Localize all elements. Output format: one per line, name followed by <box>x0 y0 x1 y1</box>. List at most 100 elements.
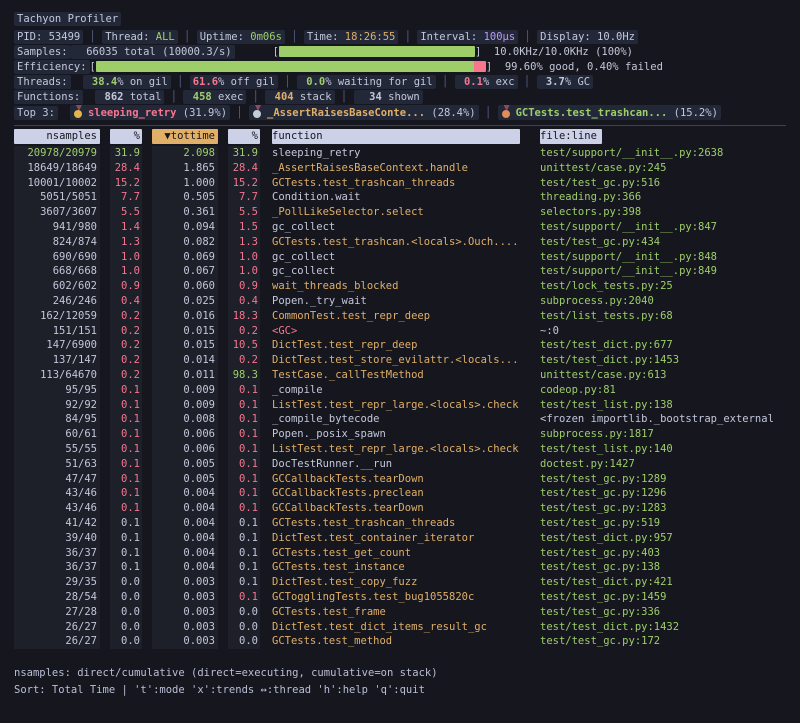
direct-pct-cell: 0.1 <box>110 560 142 575</box>
tottime-cell: 0.067 <box>152 264 218 279</box>
app-title: Tachyon Profiler <box>14 12 121 26</box>
status-label: PID: <box>17 31 49 43</box>
tottime-cell: 0.006 <box>152 442 218 457</box>
direct-pct-cell: 31.9 <box>110 146 142 161</box>
legend-line: nsamples: direct/cumulative (direct=exec… <box>14 665 786 682</box>
tottime-cell: 0.004 <box>152 516 218 531</box>
threads-line: Threads: 38.4% on gil │ 61.6% off gil │ … <box>14 75 786 90</box>
cumulative-pct-cell: 1.0 <box>228 264 260 279</box>
cumulative-pct-cell: 5.5 <box>228 205 260 220</box>
file-line-cell: test/list_tests.py:68 <box>540 309 786 324</box>
table-row: 95/950.10.0090.1_compilecodeop.py:81 <box>14 383 786 398</box>
efficiency-summary: 99.60% good, 0.40% failed <box>492 61 663 73</box>
direct-pct-cell: 0.2 <box>110 324 142 339</box>
nsamples-cell: 10001/10002 <box>14 176 100 191</box>
column-header-file-line[interactable]: file:line <box>540 129 602 144</box>
file-line-cell: test/test_gc.py:519 <box>540 516 786 531</box>
separator: │ <box>164 91 183 103</box>
direct-pct-cell: 0.2 <box>110 309 142 324</box>
function-cell: gc_collect <box>272 220 520 235</box>
samples-line: Samples: 66035 total (10000.3/s)[] 10.0K… <box>14 45 786 60</box>
tottime-cell: 2.098 <box>152 146 218 161</box>
tottime-cell: 0.008 <box>152 412 218 427</box>
function-cell: GCCallbackTests.preclean <box>272 486 520 501</box>
nsamples-cell: 39/40 <box>14 531 100 546</box>
direct-pct-cell: 1.3 <box>110 235 142 250</box>
nsamples-cell: 51/63 <box>14 457 100 472</box>
column-header-direct-pct[interactable]: % <box>110 129 142 144</box>
file-line-cell: test/test_gc.py:403 <box>540 546 786 561</box>
nsamples-cell: 137/147 <box>14 353 100 368</box>
threads-unit: % on gil <box>117 76 168 88</box>
nsamples-cell: 246/246 <box>14 294 100 309</box>
samples-value: 66035 total (10000.3/s) <box>71 45 235 59</box>
cumulative-pct-cell: 0.1 <box>228 457 260 472</box>
function-cell: GCTests.test_frame <box>272 605 520 620</box>
functions-label: Functions: <box>14 90 83 104</box>
nsamples-cell: 690/690 <box>14 250 100 265</box>
tottime-cell: 0.003 <box>152 575 218 590</box>
function-cell: ListTest.test_repr_large.<locals>.check <box>272 442 520 457</box>
tottime-cell: 0.025 <box>152 294 218 309</box>
file-line-cell: doctest.py:1427 <box>540 457 786 472</box>
nsamples-cell: 162/12059 <box>14 309 100 324</box>
function-cell: DictTest.test_dict_items_result_gc <box>272 620 520 635</box>
cumulative-pct-cell: 10.5 <box>228 338 260 353</box>
functions-value: 404 <box>268 91 293 103</box>
efficiency-line: Efficiency:[] 99.60% good, 0.40% failed <box>14 60 786 75</box>
status-label: Interval: <box>420 31 483 43</box>
column-header-function[interactable]: function <box>272 129 520 144</box>
functions-segment: 458 exec <box>183 90 246 104</box>
threads-segment: 38.4% on gil <box>83 75 171 89</box>
separator: │ <box>178 31 197 43</box>
nsamples-cell: 602/602 <box>14 279 100 294</box>
table-row: 26/270.00.0030.0DictTest.test_dict_items… <box>14 620 786 635</box>
function-cell: DictTest.test_repr_deep <box>272 338 520 353</box>
cumulative-pct-cell: 28.4 <box>228 161 260 176</box>
file-line-cell: test/support/__init__.py:849 <box>540 264 786 279</box>
file-line-cell: test/test_gc.py:336 <box>540 605 786 620</box>
status-label: Time: <box>307 31 345 43</box>
cumulative-pct-cell: 0.1 <box>228 531 260 546</box>
tottime-cell: 0.003 <box>152 590 218 605</box>
table-row: 29/350.00.0030.1DictTest.test_copy_fuzzt… <box>14 575 786 590</box>
status-display-badge: Display: 10.0Hz <box>537 30 638 44</box>
cumulative-pct-cell: 0.1 <box>228 442 260 457</box>
separator: │ <box>518 31 537 43</box>
threads-value: 38.4 <box>86 76 118 88</box>
top3-item: GCTests.test_trashcan... (15.2%) <box>498 105 721 120</box>
file-line-cell: test/test_gc.py:138 <box>540 560 786 575</box>
gold-medal-icon <box>74 105 83 118</box>
top3-function-name: sleeping_retry <box>88 107 177 119</box>
tottime-cell: 0.094 <box>152 220 218 235</box>
tottime-cell: 0.003 <box>152 620 218 635</box>
nsamples-cell: 36/37 <box>14 560 100 575</box>
separator: │ <box>398 31 417 43</box>
tottime-cell: 0.016 <box>152 309 218 324</box>
samples-label: Samples: <box>14 45 71 59</box>
table-row: 26/270.00.0030.0GCTests.test_methodtest/… <box>14 634 786 649</box>
file-line-cell: test/test_dict.py:677 <box>540 338 786 353</box>
tottime-cell: 0.004 <box>152 546 218 561</box>
file-line-cell: test/test_list.py:138 <box>540 398 786 413</box>
function-cell: gc_collect <box>272 250 520 265</box>
tottime-cell: 0.011 <box>152 368 218 383</box>
divider <box>14 125 786 126</box>
status-interval-badge: Interval: 100μs <box>417 30 518 44</box>
column-header-nsamples[interactable]: nsamples <box>14 129 100 144</box>
direct-pct-cell: 0.1 <box>110 472 142 487</box>
top3-function-name: _AssertRaisesBaseConte... <box>267 107 425 119</box>
direct-pct-cell: 0.2 <box>110 353 142 368</box>
sort-help-line: Sort: Total Time | 't':mode 'x':trends ↔… <box>14 682 786 699</box>
column-header-cumulative-pct[interactable]: % <box>228 129 260 144</box>
function-cell: ListTest.test_repr_large.<locals>.check <box>272 398 520 413</box>
file-line-cell: test/test_list.py:140 <box>540 442 786 457</box>
threads-unit: % GC <box>565 76 590 88</box>
status-value: 53499 <box>49 31 81 43</box>
table-row: 10001/1000215.21.00015.2GCTests.test_tra… <box>14 176 786 191</box>
column-header-tottime-sorted[interactable]: ▼tottime <box>152 129 218 144</box>
nsamples-cell: 151/151 <box>14 324 100 339</box>
tottime-cell: 0.009 <box>152 383 218 398</box>
function-cell: GCCallbackTests.tearDown <box>272 501 520 516</box>
direct-pct-cell: 0.2 <box>110 338 142 353</box>
